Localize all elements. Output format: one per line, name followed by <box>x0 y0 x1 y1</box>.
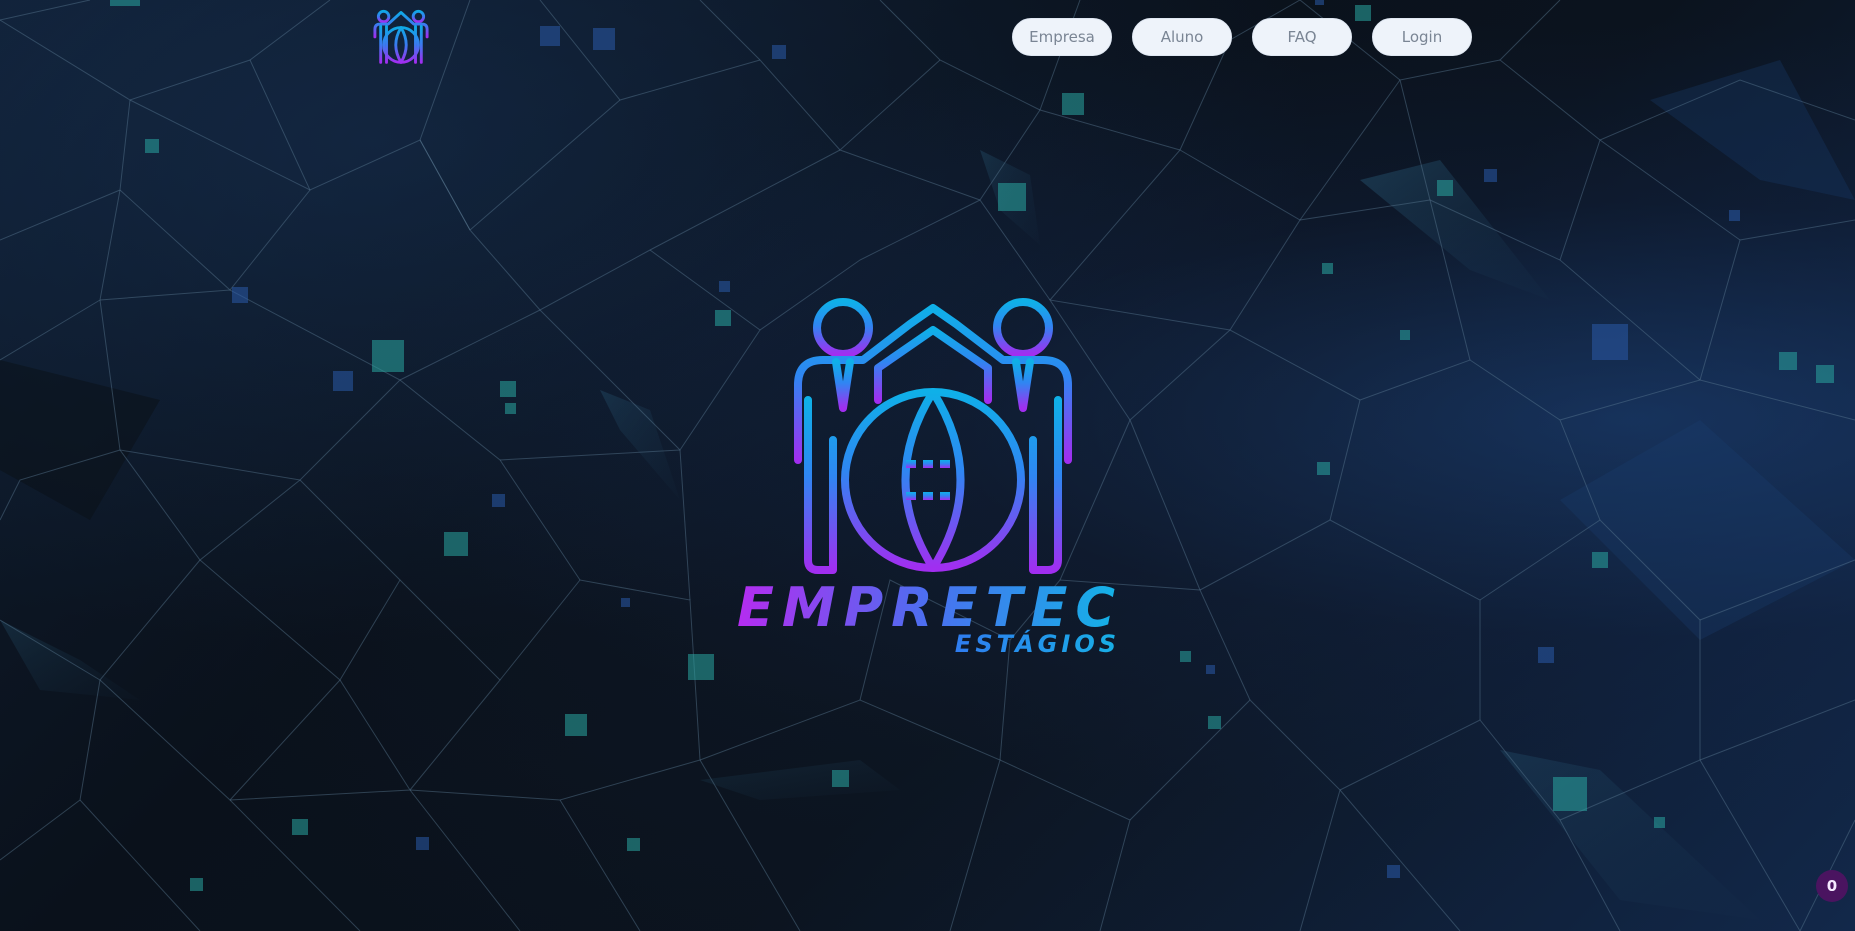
notification-count-badge[interactable]: 0 <box>1816 870 1848 902</box>
main-nav: Empresa Aluno FAQ Login <box>1012 18 1472 56</box>
business-partners-globe-icon <box>373 9 429 64</box>
brand-tagline: ESTÁGIOS <box>955 629 1120 658</box>
nav-button-login[interactable]: Login <box>1372 18 1472 56</box>
header-logo[interactable] <box>372 8 430 68</box>
business-partners-globe-icon <box>794 298 1072 574</box>
hero-brand-logo: EMPRETEC ESTÁGIOS <box>730 290 1130 660</box>
landing-page: Empresa Aluno FAQ Login EMPRETEC ESTÁGIO… <box>0 0 1855 931</box>
brand-wordmark: EMPRETEC ESTÁGIOS <box>737 576 1120 658</box>
nav-button-faq[interactable]: FAQ <box>1252 18 1352 56</box>
nav-button-empresa[interactable]: Empresa <box>1012 18 1112 56</box>
top-navigation-bar: Empresa Aluno FAQ Login <box>0 0 1855 76</box>
nav-button-aluno[interactable]: Aluno <box>1132 18 1232 56</box>
